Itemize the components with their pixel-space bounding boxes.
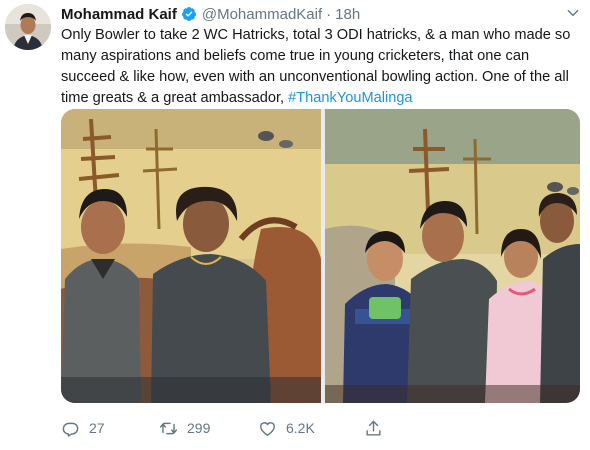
avatar-image bbox=[5, 4, 51, 50]
photo-right-image bbox=[325, 109, 580, 403]
like-icon bbox=[260, 421, 275, 436]
retweet-count: 299 bbox=[187, 420, 211, 436]
share-icon bbox=[366, 420, 381, 436]
avatar[interactable] bbox=[5, 4, 51, 50]
tweet-media bbox=[61, 109, 580, 403]
tweet-header: Mohammad Kaif @MohammadKaif · 18h bbox=[61, 4, 580, 24]
reply-count: 27 bbox=[89, 420, 105, 436]
hashtag-link[interactable]: #ThankYouMalinga bbox=[288, 90, 412, 106]
tweet-timestamp[interactable]: 18h bbox=[335, 6, 360, 23]
photo-right[interactable] bbox=[325, 109, 580, 403]
share-button[interactable] bbox=[364, 419, 392, 438]
tweet-text: Only Bowler to take 2 WC Hatricks, total… bbox=[61, 25, 586, 109]
tweet-actions: 27 299 6.2K bbox=[61, 417, 481, 439]
verified-badge-icon bbox=[181, 6, 197, 22]
separator-dot: · bbox=[326, 5, 332, 23]
author-name[interactable]: Mohammad Kaif bbox=[61, 6, 177, 23]
chevron-down-icon[interactable] bbox=[566, 6, 580, 20]
reply-icon bbox=[62, 422, 79, 437]
photo-left[interactable] bbox=[61, 109, 321, 403]
like-button[interactable]: 6.2K bbox=[258, 419, 364, 438]
reply-button[interactable]: 27 bbox=[61, 419, 159, 438]
photo-left-image bbox=[61, 109, 321, 403]
author-handle[interactable]: @MohammadKaif bbox=[202, 6, 322, 23]
retweet-button[interactable]: 299 bbox=[159, 419, 258, 438]
like-count: 6.2K bbox=[286, 420, 315, 436]
retweet-icon bbox=[159, 422, 178, 434]
